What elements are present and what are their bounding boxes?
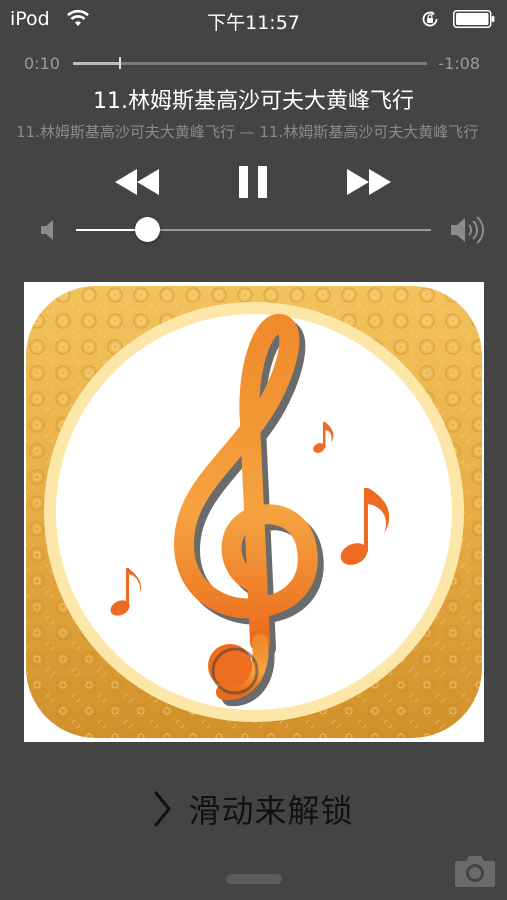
volume-slider[interactable] xyxy=(76,217,431,242)
remaining-time: -1:08 xyxy=(438,54,480,73)
unlock-label: 滑动来解锁 xyxy=(188,792,354,830)
slide-to-unlock[interactable]: 滑动来解锁 xyxy=(0,786,507,832)
elapsed-time: 0:10 xyxy=(24,54,60,73)
scrubber-knob[interactable] xyxy=(119,57,122,69)
fast-forward-icon[interactable] xyxy=(345,166,393,198)
track-subtitle: 11.林姆斯基高沙可夫大黄峰飞行 — 11.林姆斯基高沙可夫大黄峰飞行 xyxy=(16,123,479,141)
rewind-icon[interactable] xyxy=(113,166,161,198)
volume-high-icon xyxy=(451,216,484,244)
camera-icon[interactable] xyxy=(453,853,497,889)
volume-low-icon xyxy=(41,220,53,240)
track-title: 11.林姆斯基高沙可夫大黄峰飞行 xyxy=(93,89,414,114)
scrubber-fill xyxy=(73,62,120,65)
volume-knob[interactable] xyxy=(135,217,160,242)
chevron-right-icon xyxy=(154,791,171,827)
pause-icon[interactable] xyxy=(236,164,270,200)
status-bar: iPod 下午11:57 xyxy=(0,0,507,38)
album-artwork xyxy=(24,282,484,742)
treble-clef-music-icon xyxy=(26,286,482,738)
rotation-lock-icon xyxy=(422,11,438,27)
playback-scrubber[interactable] xyxy=(73,57,427,69)
control-center-grabber[interactable] xyxy=(226,874,282,884)
battery-full-icon xyxy=(453,10,495,28)
